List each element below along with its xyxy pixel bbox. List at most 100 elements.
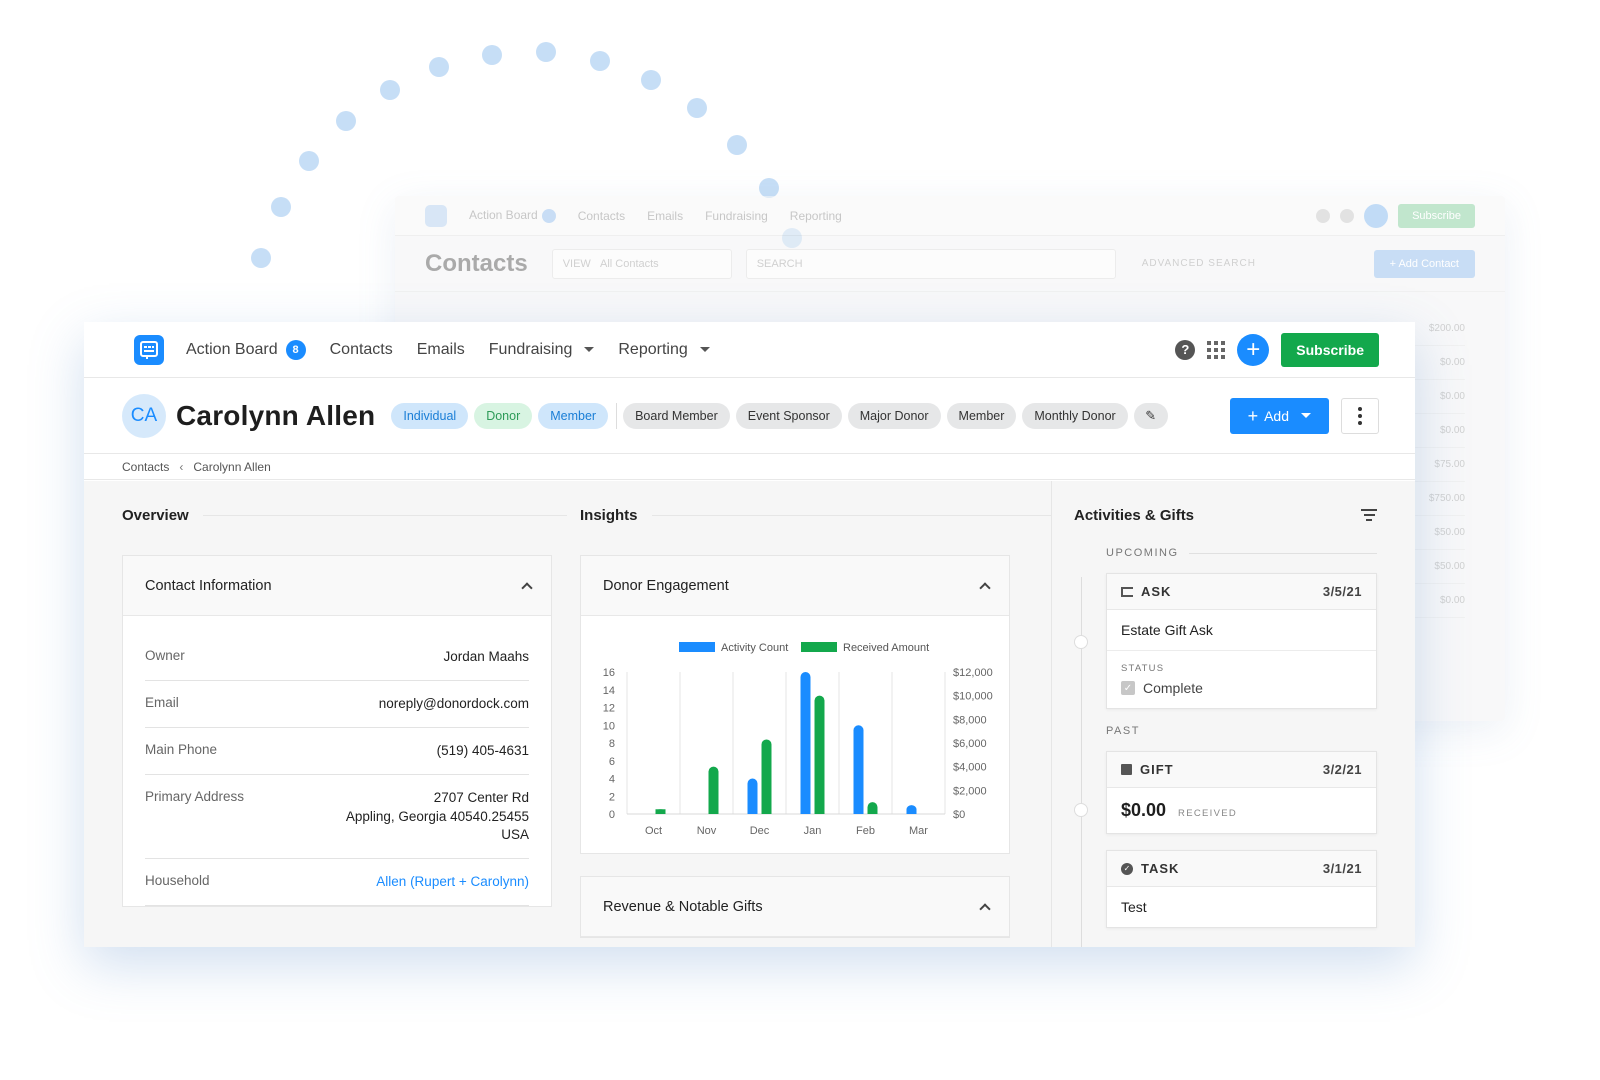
x-tick-label: Mar — [909, 825, 928, 837]
caret-down-icon — [1301, 413, 1311, 418]
decorative-dot — [270, 197, 291, 218]
edit-tags-pencil-icon[interactable]: ✎ — [1133, 402, 1168, 429]
bg-nav: Action Board Contacts Emails Fundraising… — [395, 196, 1505, 236]
bar-activity-count — [853, 725, 864, 814]
y-right-tick: $0 — [953, 809, 965, 821]
bg-search: SEARCH — [745, 248, 1116, 279]
decorative-dot — [299, 151, 320, 172]
bg-nav-action-board: Action Board — [469, 208, 556, 223]
y-left-tick: 14 — [603, 685, 615, 697]
info-row-owner: Owner Jordan Maahs — [145, 634, 529, 681]
contact-header: CA Carolynn Allen Individual Donor Membe… — [84, 378, 1415, 454]
chevron-left-icon: ‹ — [179, 459, 184, 474]
help-icon[interactable]: ? — [1175, 339, 1196, 360]
bg-plus-icon — [1364, 203, 1389, 228]
tag-member[interactable]: Member — [538, 402, 609, 429]
tag-event-sponsor[interactable]: Event Sponsor — [735, 402, 842, 429]
info-row-household: Household Allen (Rupert + Carolynn) — [145, 859, 529, 907]
bg-view-select: VIEW All Contacts — [551, 248, 732, 279]
decorative-dot — [336, 111, 357, 132]
insights-heading: Insights — [580, 503, 1051, 527]
tag-board-member[interactable]: Board Member — [623, 402, 730, 429]
activities-heading: Activities & Gifts — [1074, 503, 1377, 527]
info-row-address: Primary Address 2707 Center Rd Appling, Ge… — [145, 775, 529, 860]
content-area: Overview Contact Information Owner Jordan… — [84, 481, 1415, 947]
breadcrumb-contacts[interactable]: Contacts — [122, 460, 169, 474]
nav-emails[interactable]: Emails — [417, 341, 465, 359]
more-options-icon[interactable] — [1341, 397, 1379, 434]
stage: Action Board Contacts Emails Fundraising… — [0, 0, 1600, 1080]
bg-add-contact: + Add Contact — [1373, 249, 1475, 278]
nav-contacts[interactable]: Contacts — [330, 341, 393, 359]
legend-swatch — [801, 642, 837, 652]
apps-grid-icon[interactable] — [1207, 340, 1226, 359]
nav-reporting[interactable]: Reporting — [618, 341, 710, 359]
tag-monthly-donor[interactable]: Monthly Donor — [1022, 402, 1128, 429]
avatar: CA — [122, 393, 166, 438]
bg-nav-contacts: Contacts — [577, 208, 626, 223]
x-tick-label: Jan — [804, 825, 822, 837]
bg-toolbar: Contacts VIEW All Contacts SEARCH ADVANC… — [395, 236, 1505, 292]
nav-action-board[interactable]: Action Board 8 — [186, 339, 306, 360]
app-logo-icon[interactable] — [134, 334, 164, 365]
quick-add-plus-icon[interactable]: + — [1237, 333, 1270, 366]
status-label: STATUS — [1121, 663, 1165, 674]
timeline-node — [1074, 803, 1088, 817]
revenue-header[interactable]: Revenue & Notable Gifts — [581, 877, 1009, 937]
add-button[interactable]: + Add — [1229, 397, 1329, 434]
filter-icon[interactable] — [1361, 509, 1377, 521]
gift-received-label: RECEIVED — [1178, 808, 1238, 819]
decorative-dot — [380, 79, 401, 100]
action-board-badge: 8 — [285, 339, 306, 360]
activities-column: Activities & Gifts UPCOMING ASK 3/5/21 Es… — [1051, 481, 1415, 947]
task-check-icon: ✓ — [1121, 862, 1133, 875]
chevron-up-icon[interactable] — [521, 581, 533, 594]
decorative-dot — [429, 57, 450, 78]
bar-base — [655, 809, 666, 814]
x-tick-label: Nov — [697, 825, 717, 837]
household-link[interactable]: Allen (Rupert + Carolynn) — [376, 873, 529, 892]
y-left-tick: 8 — [609, 738, 615, 750]
tag-member-2[interactable]: Member — [946, 402, 1017, 429]
bg-nav-fundraising: Fundraising — [705, 208, 768, 223]
donor-engagement-header[interactable]: Donor Engagement — [581, 556, 1009, 616]
tag-donor[interactable]: Donor — [474, 402, 533, 429]
bg-nav-emails: Emails — [647, 208, 684, 223]
y-left-tick: 10 — [603, 720, 615, 732]
bar-base — [867, 809, 878, 814]
bar-activity-count — [800, 672, 811, 814]
caret-down-icon — [699, 347, 710, 352]
chevron-up-icon[interactable] — [979, 902, 991, 915]
y-left-tick: 2 — [609, 791, 615, 803]
tag-major-donor[interactable]: Major Donor — [847, 402, 941, 429]
timeline-line — [1081, 577, 1082, 947]
activity-card-task[interactable]: ✓ TASK 3/1/21 Test — [1106, 850, 1377, 928]
x-tick-label: Dec — [750, 825, 770, 837]
activity-card-ask[interactable]: ASK 3/5/21 Estate Gift Ask STATUS ✓ Comple… — [1106, 573, 1377, 709]
nav-fundraising[interactable]: Fundraising — [489, 341, 595, 359]
contact-info-header[interactable]: Contact Information — [123, 556, 551, 616]
bg-subscribe: Subscribe — [1398, 203, 1475, 228]
ask-title: Estate Gift Ask — [1107, 610, 1376, 651]
contact-info-card: Contact Information Owner Jordan Maahs Em… — [122, 555, 552, 908]
chevron-up-icon[interactable] — [979, 581, 991, 594]
tag-divider — [616, 402, 618, 429]
activity-card-gift[interactable]: GIFT 3/2/21 $0.00 RECEIVED — [1106, 751, 1377, 834]
tag-individual[interactable]: Individual — [391, 402, 469, 429]
subscribe-button[interactable]: Subscribe — [1281, 332, 1379, 367]
y-left-tick: 0 — [609, 809, 615, 821]
bg-apps-icon — [1340, 208, 1355, 223]
y-right-tick: $4,000 — [953, 762, 987, 774]
complete-checkbox[interactable]: ✓ — [1121, 681, 1135, 695]
y-right-tick: $2,000 — [953, 785, 987, 797]
decorative-dot — [536, 42, 557, 63]
x-tick-label: Feb — [856, 825, 875, 837]
breadcrumb: Contacts ‹ Carolynn Allen — [84, 454, 1415, 480]
task-title: Test — [1121, 899, 1147, 915]
bg-logo-icon — [425, 204, 447, 227]
bar-base — [761, 809, 772, 814]
x-tick-label: Oct — [645, 825, 662, 837]
decorative-dot — [640, 69, 661, 90]
ask-icon — [1121, 586, 1133, 597]
y-right-tick: $10,000 — [953, 691, 993, 703]
